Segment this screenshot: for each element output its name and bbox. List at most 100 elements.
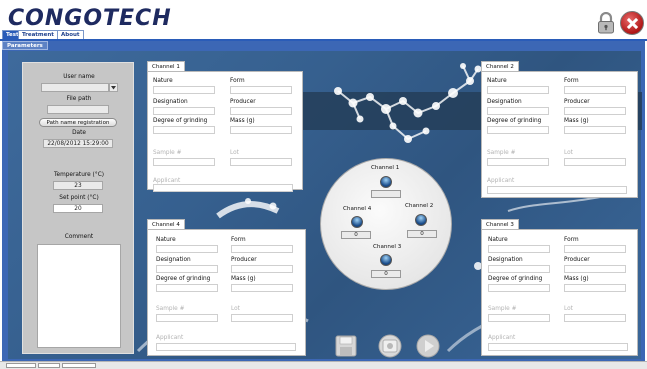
- grinding-field[interactable]: [488, 284, 550, 292]
- channel3-button[interactable]: [380, 254, 392, 266]
- settings-icon[interactable]: [377, 333, 403, 359]
- form-field[interactable]: [564, 245, 626, 253]
- channel3-card: Nature Form Designation Producer Degree …: [481, 229, 638, 356]
- parameters-panel: User name File path Path name registrati…: [22, 62, 134, 354]
- producer-field[interactable]: [564, 265, 626, 273]
- mass-field[interactable]: [564, 126, 626, 134]
- designation-label: Designation: [153, 99, 188, 105]
- nature-label: Nature: [487, 78, 507, 84]
- lot-field[interactable]: [230, 158, 292, 166]
- designation-label: Designation: [487, 99, 522, 105]
- sample-field[interactable]: [156, 314, 218, 322]
- user-name-field[interactable]: [41, 83, 109, 92]
- channel2-button[interactable]: [415, 214, 427, 226]
- form-label: Form: [564, 237, 579, 243]
- channel4-label: Channel 4: [343, 206, 372, 212]
- date-label: Date: [72, 130, 86, 136]
- sample-field[interactable]: [488, 314, 550, 322]
- status-cell: [62, 363, 96, 368]
- user-name-label: User name: [63, 74, 95, 80]
- grinding-field[interactable]: [153, 126, 215, 134]
- producer-label: Producer: [564, 99, 590, 105]
- lot-label: Lot: [564, 306, 573, 312]
- channel-selector: Channel 1 Channel 4 0 Channel 2 0 Channe…: [320, 158, 452, 290]
- form-field[interactable]: [230, 86, 292, 94]
- designation-field[interactable]: [488, 265, 550, 273]
- close-icon[interactable]: [620, 11, 644, 35]
- set-point-field[interactable]: 20: [53, 204, 103, 213]
- channel2-tab[interactable]: Channel 2: [481, 61, 519, 71]
- channel4-card: Nature Form Designation Producer Degree …: [147, 229, 306, 356]
- nature-field[interactable]: [156, 245, 218, 253]
- producer-label: Producer: [231, 257, 257, 263]
- tab-about[interactable]: About: [57, 30, 84, 39]
- form-field[interactable]: [564, 86, 626, 94]
- path-registration-button[interactable]: Path name registration: [39, 118, 117, 127]
- nature-field[interactable]: [488, 245, 550, 253]
- sample-field[interactable]: [487, 158, 549, 166]
- producer-field[interactable]: [564, 107, 626, 115]
- lot-field[interactable]: [231, 314, 293, 322]
- dropdown-icon[interactable]: [109, 83, 118, 92]
- producer-field[interactable]: [230, 107, 292, 115]
- grinding-label: Degree of grinding: [487, 118, 542, 124]
- nature-field[interactable]: [487, 86, 549, 94]
- mass-field[interactable]: [230, 126, 292, 134]
- sample-label: Sample #: [487, 150, 516, 156]
- status-cell: [38, 363, 60, 368]
- mass-field[interactable]: [231, 284, 293, 292]
- applicant-label: Applicant: [156, 335, 184, 341]
- date-field: 22/08/2012 15:29:00: [43, 139, 113, 148]
- designation-field[interactable]: [156, 265, 218, 273]
- mass-field[interactable]: [564, 284, 626, 292]
- sample-label: Sample #: [488, 306, 517, 312]
- producer-field[interactable]: [231, 265, 293, 273]
- tab-treatment[interactable]: Treatment: [18, 30, 58, 39]
- channel2-label: Channel 2: [405, 203, 434, 209]
- grinding-label: Degree of grinding: [156, 276, 211, 282]
- lot-field[interactable]: [564, 158, 626, 166]
- designation-field[interactable]: [153, 107, 215, 115]
- sample-label: Sample #: [153, 150, 182, 156]
- applicant-field[interactable]: [488, 343, 628, 351]
- status-cell: [6, 363, 36, 368]
- status-bar: [0, 361, 647, 369]
- nature-label: Nature: [153, 78, 173, 84]
- grinding-label: Degree of grinding: [488, 276, 543, 282]
- applicant-field[interactable]: [153, 184, 293, 192]
- applicant-label: Applicant: [487, 178, 515, 184]
- applicant-field[interactable]: [487, 186, 627, 194]
- designation-label: Designation: [156, 257, 191, 263]
- form-label: Form: [564, 78, 579, 84]
- form-field[interactable]: [231, 245, 293, 253]
- tab-parameters[interactable]: Parameters: [2, 41, 48, 50]
- app-logo: CONGOTECH: [8, 6, 172, 31]
- file-path-field[interactable]: [47, 105, 109, 114]
- sample-field[interactable]: [153, 158, 215, 166]
- lot-field[interactable]: [564, 314, 626, 322]
- save-icon[interactable]: [334, 334, 358, 358]
- channel3-tab[interactable]: Channel 3: [481, 219, 519, 229]
- channel4-tab[interactable]: Channel 4: [147, 219, 185, 229]
- temperature-label: Temperature (°C): [53, 172, 105, 178]
- channel4-button[interactable]: [351, 216, 363, 228]
- channel2-card: Nature Form Designation Producer Degree …: [481, 71, 638, 198]
- channel1-value: [371, 190, 401, 198]
- nature-label: Nature: [488, 237, 508, 243]
- grinding-field[interactable]: [487, 126, 549, 134]
- designation-field[interactable]: [487, 107, 549, 115]
- channel3-value: 0: [371, 270, 401, 278]
- nature-field[interactable]: [153, 86, 215, 94]
- producer-label: Producer: [230, 99, 256, 105]
- channel1-button[interactable]: [380, 176, 392, 188]
- mass-label: Mass (g): [564, 276, 589, 282]
- applicant-field[interactable]: [156, 343, 296, 351]
- lock-icon[interactable]: [597, 12, 615, 34]
- producer-label: Producer: [564, 257, 590, 263]
- channel1-tab[interactable]: Channel 1: [147, 61, 185, 71]
- comment-textarea[interactable]: [37, 244, 121, 348]
- play-icon[interactable]: [416, 334, 440, 358]
- grinding-field[interactable]: [156, 284, 218, 292]
- file-path-label: File path: [66, 96, 92, 102]
- mass-label: Mass (g): [231, 276, 256, 282]
